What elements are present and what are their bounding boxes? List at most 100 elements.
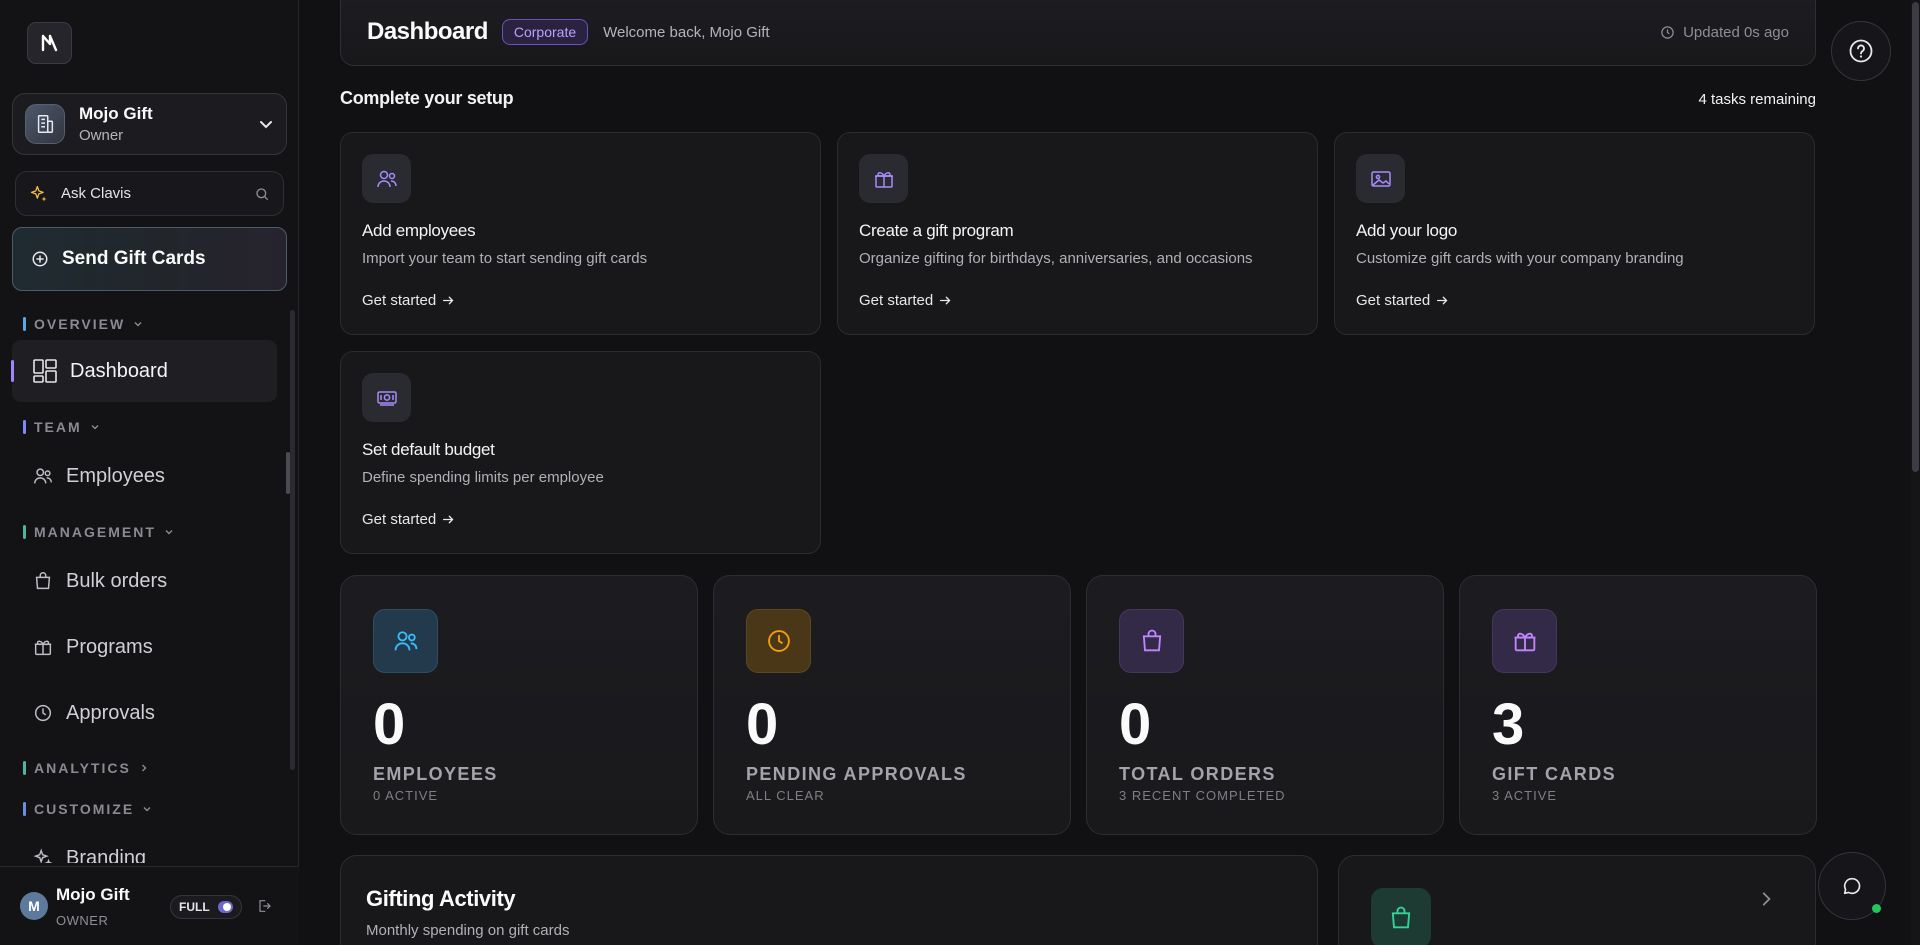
task-title: Add employees [362, 221, 476, 240]
sidebar-item-dashboard[interactable]: Dashboard [11, 340, 277, 402]
shopping-bag-icon [1371, 888, 1431, 945]
get-started-link[interactable]: Get started [362, 511, 455, 528]
stat-label: TOTAL ORDERS [1119, 764, 1276, 784]
gifting-activity-card: Gifting Activity Monthly spending on gif… [340, 855, 1318, 945]
updated-text: Updated 0s ago [1683, 23, 1789, 41]
chevron-down-icon [143, 807, 151, 812]
section-marker [23, 761, 26, 775]
section-marker [23, 420, 26, 434]
shopping-bag-icon [35, 572, 51, 590]
get-started-label: Get started [1356, 292, 1431, 309]
sidebar-item-programs[interactable]: Programs [12, 616, 277, 678]
stat-subtext: ALL CLEAR [746, 788, 825, 803]
sidebar-item-label: Bulk orders [66, 569, 168, 592]
sidebar-item-employees[interactable]: Employees [12, 445, 277, 507]
org-role: Owner [79, 126, 124, 144]
section-management[interactable]: MANAGEMENT [23, 523, 174, 541]
sidebar-item-bulk-orders[interactable]: Bulk orders [12, 550, 277, 612]
sidebar-item-label: Branding [66, 846, 147, 864]
sidebar-item-label: Dashboard [70, 359, 168, 382]
stat-value: 3 [1492, 692, 1524, 757]
updated-status: Updated 0s ago [1660, 24, 1789, 41]
get-started-link[interactable]: Get started [1356, 292, 1449, 309]
users-icon [373, 609, 438, 673]
setup-title: Complete your setup [340, 88, 514, 108]
toggle-switch [217, 901, 233, 913]
task-card-set-default-budget[interactable]: Set default budget Define spending limit… [340, 351, 821, 554]
task-card-add-employees[interactable]: Add employees Import your team to start … [340, 132, 821, 335]
user-profile-bar: M Mojo Gift OWNER FULL [0, 866, 299, 945]
chat-icon [1843, 877, 1861, 895]
stat-label: EMPLOYEES [373, 764, 498, 784]
avatar[interactable]: M [20, 892, 48, 920]
sparkles-icon [33, 848, 53, 863]
section-analytics-label: ANALYTICS [34, 760, 131, 776]
full-mode-label: FULL [179, 900, 210, 914]
get-started-link[interactable]: Get started [362, 292, 455, 309]
org-name: Mojo Gift [79, 103, 153, 123]
section-marker [23, 802, 26, 816]
activity-subtitle: Monthly spending on gift cards [366, 922, 570, 939]
page-scroll-thumb[interactable] [1912, 2, 1919, 472]
page-title: Dashboard [367, 18, 488, 45]
section-overview[interactable]: OVERVIEW [23, 315, 143, 333]
shopping-bag-icon [1119, 609, 1184, 673]
full-mode-toggle[interactable]: FULL [170, 895, 242, 919]
section-team[interactable]: TEAM [23, 418, 100, 436]
sidebar-scroll-thumb[interactable] [286, 452, 290, 494]
stat-card-gift-cards[interactable]: 3 GIFT CARDS 3 ACTIVE [1459, 575, 1817, 835]
section-analytics[interactable]: ANALYTICS [23, 759, 149, 777]
get-started-label: Get started [362, 511, 437, 528]
ask-clavis-input[interactable]: Ask Clavis [15, 171, 284, 216]
task-description: Define spending limits per employee [362, 469, 604, 486]
task-title: Create a gift program [859, 221, 1014, 240]
users-icon [362, 154, 411, 203]
logout-icon [259, 900, 271, 912]
sparkles-icon [30, 185, 47, 201]
ask-clavis-label: Ask Clavis [61, 185, 132, 202]
sidebar-item-label: Employees [66, 464, 165, 487]
chevron-right-icon[interactable] [1757, 890, 1775, 908]
stat-label: GIFT CARDS [1492, 764, 1616, 784]
logout-button[interactable] [256, 898, 272, 914]
section-customize-label: CUSTOMIZE [34, 801, 135, 817]
app-logo[interactable] [27, 22, 72, 64]
send-gift-cards-button[interactable]: Send Gift Cards [12, 227, 287, 291]
sidebar: Mojo Gift Owner Ask Clavis Send Gift Car… [0, 0, 299, 945]
section-overview-label: OVERVIEW [34, 316, 126, 332]
sidebar-item-approvals[interactable]: Approvals [12, 682, 277, 744]
tasks-remaining: 4 tasks remaining [1698, 91, 1816, 108]
gift-icon [1492, 609, 1557, 673]
section-marker [23, 317, 26, 331]
stat-subtext: 3 ACTIVE [1492, 788, 1558, 803]
org-switcher[interactable]: Mojo Gift Owner [12, 93, 287, 155]
stat-subtext: 0 ACTIVE [373, 788, 439, 803]
task-description: Customize gift cards with your company b… [1356, 250, 1684, 267]
clock-icon [34, 704, 52, 722]
sidebar-item-branding[interactable]: Branding [12, 827, 277, 863]
stat-value: 0 [746, 692, 778, 757]
chevron-down-icon [165, 530, 173, 535]
task-title: Add your logo [1356, 221, 1458, 240]
clock-icon [1661, 25, 1674, 39]
task-card-create-gift-program[interactable]: Create a gift program Organize gifting f… [837, 132, 1318, 335]
stat-card-total-orders[interactable]: 0 TOTAL ORDERS 3 RECENT COMPLETED [1086, 575, 1444, 835]
task-card-add-logo[interactable]: Add your logo Customize gift cards with … [1334, 132, 1815, 335]
arrow-right-icon [1437, 296, 1448, 305]
gift-icon [34, 640, 52, 656]
sidebar-scrollbar[interactable] [290, 310, 295, 770]
section-management-label: MANAGEMENT [34, 524, 156, 540]
plus-circle-icon [32, 251, 48, 267]
chevron-down-icon [260, 121, 272, 129]
chevron-down-icon [134, 322, 142, 327]
stat-card-employees[interactable]: 0 EMPLOYEES 0 ACTIVE [340, 575, 698, 835]
orders-card[interactable] [1338, 855, 1816, 945]
page-header: Dashboard Corporate Welcome back, Mojo G… [340, 0, 1816, 66]
section-customize[interactable]: CUSTOMIZE [23, 800, 152, 818]
get-started-link[interactable]: Get started [859, 292, 952, 309]
section-team-label: TEAM [34, 419, 82, 435]
stat-card-pending-approvals[interactable]: 0 PENDING APPROVALS ALL CLEAR [713, 575, 1071, 835]
help-button[interactable] [1831, 21, 1891, 81]
dashboard-icon [33, 359, 57, 383]
online-status-dot [1872, 904, 1881, 913]
